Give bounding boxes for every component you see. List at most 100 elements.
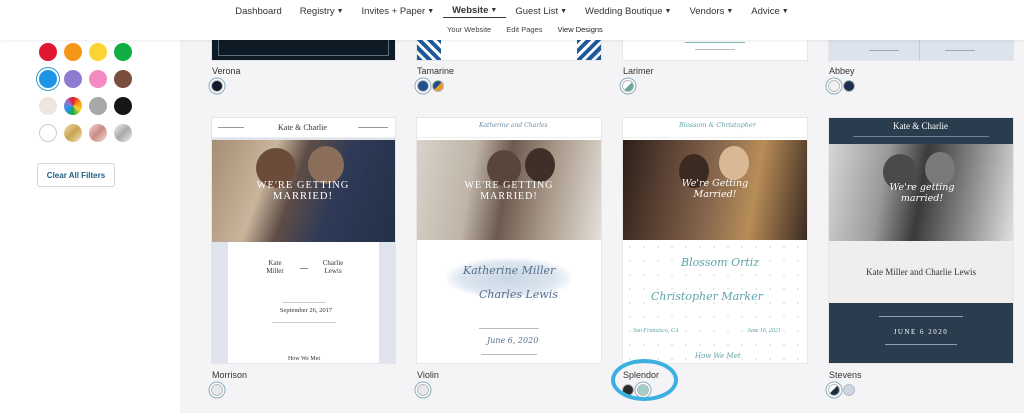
color-swatch-yellow[interactable] — [89, 43, 107, 61]
chevron-down-icon: ▼ — [781, 8, 789, 15]
color-swatch-multicolor[interactable] — [64, 97, 82, 115]
wedding-date: June 6, 2020 — [487, 336, 539, 345]
color-option-navy-white[interactable] — [828, 384, 840, 396]
nav-item-guest-list[interactable]: Guest List ▼ — [506, 5, 576, 18]
color-option-blue[interactable] — [417, 80, 429, 92]
design-label-verona[interactable]: Verona — [212, 66, 241, 76]
subnav-view-designs[interactable]: View Designs — [557, 25, 602, 34]
color-swatch-gold[interactable] — [64, 124, 82, 142]
subnav-your-website[interactable]: Your Website — [447, 25, 491, 34]
photo-figure — [308, 146, 344, 184]
design-label-abbey[interactable]: Abbey — [829, 66, 855, 76]
chevron-down-icon: ▼ — [336, 8, 344, 15]
color-option-blue-orange[interactable] — [432, 80, 444, 92]
text-line — [282, 302, 326, 303]
nav-label: Advice — [751, 6, 780, 17]
site-header-title: Blossom & Christopher — [679, 121, 756, 129]
frame-decor — [218, 40, 389, 56]
color-options-abbey — [828, 80, 855, 92]
design-thumbnail-tamarine[interactable] — [417, 40, 601, 60]
color-option-navy[interactable] — [843, 80, 855, 92]
color-options-tamarine — [417, 80, 444, 92]
color-swatch-purple[interactable] — [64, 70, 82, 88]
color-option-white[interactable] — [828, 80, 840, 92]
chevron-down-icon: ▼ — [490, 7, 498, 14]
color-swatch-pink[interactable] — [89, 70, 107, 88]
site-header-strip: Kate & Charlie — [829, 118, 1013, 144]
couple-photo: We're Getting Married! — [623, 140, 807, 240]
couple-photo: WE'RE GETTING MARRIED! — [212, 140, 395, 242]
header-meta — [218, 127, 244, 128]
design-label-tamarine[interactable]: Tamarine — [417, 66, 454, 76]
nav-item-advice[interactable]: Advice ▼ — [742, 5, 797, 18]
couple-name-2: Christopher Marker — [651, 290, 763, 303]
design-thumbnail-splendor[interactable]: Blossom & Christopher We're Getting Marr… — [623, 118, 807, 363]
text-line — [272, 322, 336, 323]
couple-names: Kate Miller and Charlie Lewis — [866, 267, 976, 277]
nav-label: Website — [452, 5, 489, 16]
filter-sidebar: Clear All Filters — [0, 40, 180, 413]
overlay-headline: We're getting married! — [889, 182, 955, 204]
wedding-location: San Francisco, CA — [633, 328, 679, 334]
color-option-light-blue[interactable] — [843, 384, 855, 396]
text-line — [685, 42, 745, 43]
photo-figure — [525, 148, 555, 182]
nav-item-vendors[interactable]: Vendors ▼ — [680, 5, 742, 18]
color-swatch-white[interactable] — [39, 124, 57, 142]
couple-name-2: Charlie Lewis — [322, 259, 344, 275]
color-swatch-orange[interactable] — [64, 43, 82, 61]
nav-label: Vendors — [689, 6, 725, 17]
clear-all-filters-button[interactable]: Clear All Filters — [37, 163, 115, 187]
color-swatch-ivory[interactable] — [39, 97, 57, 115]
color-swatch-gray[interactable] — [89, 97, 107, 115]
nav-label: Guest List — [515, 6, 559, 17]
chevron-down-icon: ▼ — [726, 8, 734, 15]
site-header-strip: Blossom & Christopher — [623, 118, 807, 138]
couple-name-1: Blossom Ortiz — [681, 256, 760, 269]
nav-item-invites-paper[interactable]: Invites + Paper ▼ — [353, 5, 444, 18]
couple-photo: WE'RE GETTING MARRIED! — [417, 140, 601, 240]
nav-item-registry[interactable]: Registry ▼ — [291, 5, 353, 18]
couple-name-1: Kate Miller — [266, 259, 284, 275]
color-swatch-rose-gold[interactable] — [89, 124, 107, 142]
design-label-violin[interactable]: Violin — [417, 370, 439, 380]
color-swatch-green[interactable] — [114, 43, 132, 61]
subnav-edit-pages[interactable]: Edit Pages — [506, 25, 542, 34]
color-swatch-blue[interactable] — [39, 70, 57, 88]
content-panel: Kate Miller Charlie Lewis September 26, … — [228, 242, 379, 363]
design-thumbnail-larimer[interactable] — [623, 40, 807, 60]
design-thumbnail-verona[interactable] — [212, 40, 395, 60]
color-option-navy[interactable] — [211, 80, 223, 92]
color-swatch-black[interactable] — [114, 97, 132, 115]
color-swatch-silver[interactable] — [114, 124, 132, 142]
design-thumbnail-stevens[interactable]: Kate & Charlie We're getting married! Ka… — [829, 118, 1013, 363]
website-submenu: Your Website Edit Pages View Designs — [447, 25, 603, 34]
color-options-stevens — [828, 384, 855, 396]
tile-pattern — [417, 40, 441, 60]
nav-item-dashboard[interactable]: Dashboard — [226, 5, 290, 18]
couple-name-2: Charles Lewis — [479, 288, 558, 301]
color-options-verona — [211, 80, 223, 92]
text-line — [695, 49, 735, 50]
section-heading: How We Met — [287, 356, 321, 362]
color-option-light-gray[interactable] — [417, 384, 429, 396]
design-label-stevens[interactable]: Stevens — [829, 370, 862, 380]
tile-pattern — [577, 40, 601, 60]
color-option-teal[interactable] — [622, 80, 634, 92]
site-header-title: Kate & Charlie — [278, 123, 327, 132]
design-thumbnail-violin[interactable]: Katherine and Charles WE'RE GETTING MARR… — [417, 118, 601, 363]
design-thumbnail-abbey[interactable] — [829, 40, 1013, 60]
nav-item-wedding-boutique[interactable]: Wedding Boutique ▼ — [576, 5, 680, 18]
text-line — [945, 50, 975, 51]
nav-item-website[interactable]: Website ▼ — [443, 5, 507, 18]
design-label-larimer[interactable]: Larimer — [623, 66, 654, 76]
wedding-date: JUNE 6 2020 — [893, 328, 949, 336]
color-swatch-brown[interactable] — [114, 70, 132, 88]
design-label-morrison[interactable]: Morrison — [212, 370, 247, 380]
color-option-light-gray[interactable] — [211, 384, 223, 396]
color-swatch-red[interactable] — [39, 43, 57, 61]
chevron-down-icon: ▼ — [664, 8, 672, 15]
design-thumbnail-morrison[interactable]: Kate & Charlie WE'RE GETTING MARRIED! Ka… — [212, 118, 395, 363]
photo-figure — [925, 152, 955, 186]
wedding-date: September 26, 2017 — [279, 307, 333, 314]
